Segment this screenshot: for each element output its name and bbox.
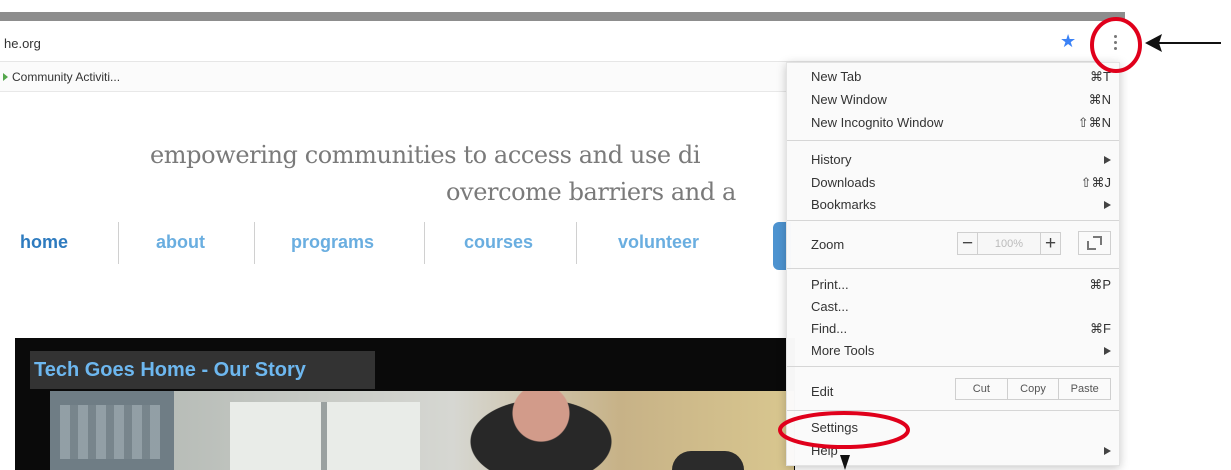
bookmark-community-activities[interactable]: Community Activiti... bbox=[12, 70, 120, 84]
menu-divider bbox=[787, 268, 1119, 269]
nav-divider bbox=[254, 222, 255, 264]
bookmarks-bar: Community Activiti... bbox=[0, 62, 790, 92]
menu-print[interactable]: Print... ⌘P bbox=[811, 277, 1111, 295]
menu-print-shortcut: ⌘P bbox=[1089, 277, 1111, 292]
menu-print-label: Print... bbox=[811, 277, 849, 292]
menu-new-tab-label: New Tab bbox=[811, 69, 862, 84]
browser-menu: New Tab ⌘T New Window ⌘N New Incognito Win… bbox=[786, 62, 1120, 466]
copy-button[interactable]: Copy bbox=[1008, 379, 1060, 399]
menu-divider bbox=[787, 366, 1119, 367]
zoom-controls: − 100% + bbox=[957, 232, 1061, 255]
zoom-out-button[interactable]: − bbox=[958, 233, 978, 254]
menu-settings[interactable]: Settings bbox=[811, 420, 1111, 438]
video-frame-window bbox=[230, 402, 420, 470]
menu-bookmarks-label: Bookmarks bbox=[811, 197, 877, 212]
submenu-arrow-icon bbox=[1104, 156, 1111, 164]
menu-new-window[interactable]: New Window ⌘N bbox=[811, 92, 1111, 110]
menu-settings-label: Settings bbox=[811, 420, 858, 435]
url-text[interactable]: he.org bbox=[4, 36, 41, 51]
menu-new-window-label: New Window bbox=[811, 92, 887, 107]
browser-top-strip bbox=[0, 12, 1125, 21]
video-frame-person-partial bbox=[672, 451, 744, 470]
menu-history[interactable]: History bbox=[811, 152, 1111, 170]
paste-button[interactable]: Paste bbox=[1059, 379, 1110, 399]
menu-more-tools[interactable]: More Tools bbox=[811, 343, 1111, 361]
menu-help-label: Help bbox=[811, 443, 838, 458]
edit-controls: Cut Copy Paste bbox=[955, 378, 1111, 400]
menu-history-label: History bbox=[811, 152, 852, 167]
fullscreen-icon[interactable] bbox=[1078, 231, 1111, 255]
nav-divider bbox=[118, 222, 119, 264]
menu-edit-label: Edit bbox=[811, 384, 834, 399]
nav-about[interactable]: about bbox=[156, 232, 205, 253]
menu-new-window-shortcut: ⌘N bbox=[1088, 92, 1111, 107]
menu-downloads-shortcut: ⇧⌘J bbox=[1080, 175, 1111, 190]
menu-divider bbox=[787, 220, 1119, 221]
address-bar[interactable]: he.org bbox=[0, 26, 1095, 62]
menu-help[interactable]: Help bbox=[811, 443, 1111, 461]
menu-new-tab[interactable]: New Tab ⌘T bbox=[811, 69, 1111, 87]
page-tagline-line-1: empowering communities to access and use… bbox=[150, 141, 701, 169]
nav-volunteer[interactable]: volunteer bbox=[618, 232, 699, 253]
submenu-arrow-icon bbox=[1104, 347, 1111, 355]
menu-new-incognito-label: New Incognito Window bbox=[811, 115, 944, 130]
zoom-in-button[interactable]: + bbox=[1040, 233, 1060, 254]
kebab-icon[interactable] bbox=[1104, 28, 1126, 56]
submenu-arrow-icon bbox=[1104, 201, 1111, 209]
video-frame-wall bbox=[50, 391, 174, 470]
cut-button[interactable]: Cut bbox=[956, 379, 1008, 399]
arrow-to-menu-button-head bbox=[1145, 34, 1162, 52]
nav-courses[interactable]: courses bbox=[464, 232, 533, 253]
menu-downloads-label: Downloads bbox=[811, 175, 876, 190]
nav-divider bbox=[576, 222, 577, 264]
nav-home[interactable]: home bbox=[20, 232, 68, 253]
menu-cast[interactable]: Cast... bbox=[811, 299, 1111, 317]
menu-zoom-label: Zoom bbox=[811, 237, 845, 252]
submenu-arrow-icon bbox=[1104, 447, 1111, 455]
menu-more-tools-label: More Tools bbox=[811, 343, 875, 358]
video-title[interactable]: Tech Goes Home - Our Story bbox=[34, 359, 306, 382]
menu-find[interactable]: Find... ⌘F bbox=[811, 321, 1111, 339]
menu-find-shortcut: ⌘F bbox=[1090, 321, 1111, 336]
menu-bookmarks[interactable]: Bookmarks bbox=[811, 197, 1111, 215]
star-icon[interactable]: ★ bbox=[1060, 32, 1076, 50]
video-frame-person bbox=[456, 391, 626, 470]
menu-new-incognito-shortcut: ⇧⌘N bbox=[1077, 115, 1111, 130]
menu-divider bbox=[787, 140, 1119, 141]
page-tagline-line-2: overcome barriers and a bbox=[446, 178, 736, 206]
nav-programs[interactable]: programs bbox=[291, 232, 374, 253]
menu-downloads[interactable]: Downloads ⇧⌘J bbox=[811, 175, 1111, 193]
menu-divider bbox=[787, 410, 1119, 411]
bookmark-favicon-icon bbox=[3, 73, 8, 81]
menu-new-incognito-window[interactable]: New Incognito Window ⇧⌘N bbox=[811, 115, 1111, 133]
zoom-level: 100% bbox=[994, 237, 1024, 250]
menu-new-tab-shortcut: ⌘T bbox=[1090, 69, 1111, 84]
menu-find-label: Find... bbox=[811, 321, 848, 336]
menu-cast-label: Cast... bbox=[811, 299, 849, 314]
nav-divider bbox=[424, 222, 425, 264]
